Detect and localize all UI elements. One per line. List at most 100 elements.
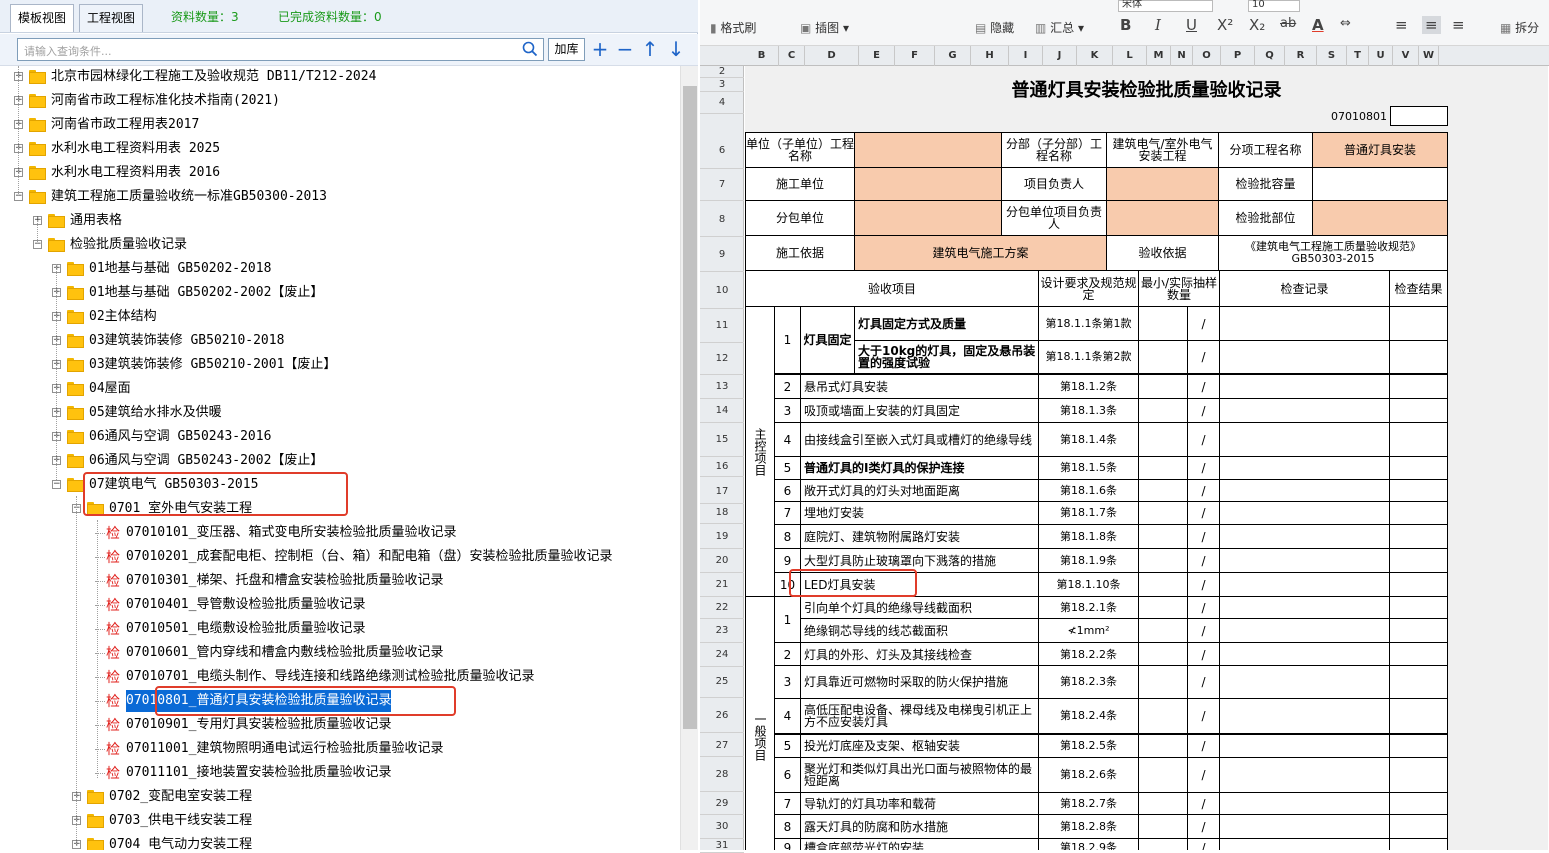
tree-form-item[interactable]: 检 07010401_导管敷设检验批质量验收记录 (0, 594, 680, 616)
check-record[interactable] (1219, 814, 1390, 839)
row-header[interactable]: 13 (700, 375, 744, 399)
sample-min[interactable] (1138, 524, 1188, 549)
check-result[interactable] (1389, 479, 1448, 503)
tree-folder-item[interactable]: +0704_电气动力安装工程 (0, 834, 680, 850)
insert-image-button[interactable]: ▣ 插图 ▾ (800, 19, 849, 36)
column-header[interactable]: J (1043, 46, 1077, 66)
row-header[interactable]: 25 (700, 666, 744, 698)
sample-min[interactable] (1138, 757, 1188, 793)
check-record[interactable] (1219, 456, 1390, 480)
subscript-button[interactable]: X₂ (1249, 16, 1265, 34)
check-record[interactable] (1219, 572, 1390, 597)
check-record[interactable] (1219, 734, 1390, 758)
column-header[interactable]: K (1077, 46, 1113, 66)
tree-folder-item[interactable]: +0703_供电干线安装工程 (0, 810, 680, 832)
sample-min[interactable] (1138, 792, 1188, 816)
check-result[interactable] (1389, 665, 1448, 699)
font-size-select[interactable]: 10 (1248, 0, 1300, 12)
tree-folder-item[interactable]: − 建筑工程施工质量验收统一标准GB50300-2013 (0, 186, 680, 208)
row-header[interactable]: 2 (700, 66, 744, 78)
row-header[interactable]: 27 (700, 735, 744, 757)
subcontractor-pm-value[interactable] (1106, 200, 1219, 236)
check-record[interactable] (1219, 698, 1390, 734)
check-record[interactable] (1219, 306, 1390, 341)
column-header[interactable]: S (1317, 46, 1347, 66)
align-right-icon[interactable]: ≡ (1452, 16, 1465, 34)
font-color-icon[interactable]: A (1312, 16, 1324, 34)
row-header[interactable]: 11 (700, 309, 744, 343)
row-header[interactable]: 15 (700, 423, 744, 457)
tree-folder-item[interactable]: + 河南省市政工程用表2017 (0, 114, 680, 136)
check-result[interactable] (1389, 596, 1448, 619)
check-record[interactable] (1219, 524, 1390, 549)
column-header[interactable]: O (1193, 46, 1221, 66)
unit-value[interactable] (854, 132, 1002, 168)
check-record[interactable] (1219, 618, 1390, 643)
sample-min[interactable] (1138, 814, 1188, 839)
column-header[interactable]: P (1221, 46, 1255, 66)
row-header[interactable]: 12 (700, 343, 744, 375)
sample-min[interactable] (1138, 642, 1188, 667)
bold-button[interactable]: B (1120, 16, 1131, 34)
sample-min[interactable] (1138, 596, 1188, 619)
tree-folder-item[interactable]: + 通用表格 (0, 210, 680, 232)
move-up-icon[interactable]: ↑ (640, 36, 660, 62)
check-record[interactable] (1219, 479, 1390, 503)
align-left-icon[interactable]: ≡ (1395, 16, 1408, 34)
row-header[interactable]: 14 (700, 399, 744, 423)
tree-folder-item[interactable]: +06通风与空调 GB50243-2016 (0, 426, 680, 448)
tree-folder-item[interactable]: +0702_变配电室安装工程 (0, 786, 680, 808)
tree-folder-item[interactable]: +03建筑装饰装修 GB50210-2018 (0, 330, 680, 352)
row-header[interactable]: 29 (700, 793, 744, 815)
check-record[interactable] (1219, 374, 1390, 399)
column-header[interactable]: V (1393, 46, 1419, 66)
check-result[interactable] (1389, 814, 1448, 839)
sample-min[interactable] (1138, 422, 1188, 457)
check-result[interactable] (1389, 757, 1448, 793)
tree-form-item[interactable]: 检 07010701_电缆头制作、导线连接和线路绝缘测试检验批质量验收记录 (0, 666, 680, 688)
row-header[interactable]: 19 (700, 525, 744, 549)
underline-button[interactable]: U (1186, 16, 1197, 34)
column-header[interactable]: W (1419, 46, 1439, 66)
sample-min[interactable] (1138, 665, 1188, 699)
sample-min[interactable] (1138, 618, 1188, 643)
tree-folder-item[interactable]: + 水利水电工程资料用表 2025 (0, 138, 680, 160)
column-header[interactable]: M (1147, 46, 1171, 66)
check-result[interactable] (1389, 792, 1448, 816)
row-header[interactable]: 20 (700, 549, 744, 573)
check-record[interactable] (1219, 501, 1390, 525)
check-result[interactable] (1389, 642, 1448, 667)
batch-location-value[interactable] (1312, 200, 1448, 236)
column-header[interactable]: T (1347, 46, 1369, 66)
move-down-icon[interactable]: ↓ (666, 36, 686, 62)
remove-icon[interactable]: − (615, 36, 635, 62)
row-header[interactable]: 6 (700, 133, 744, 169)
check-result[interactable] (1389, 340, 1448, 374)
check-record[interactable] (1219, 642, 1390, 667)
check-record[interactable] (1219, 757, 1390, 793)
tree-folder-item[interactable]: +04屋面 (0, 378, 680, 400)
row-header[interactable]: 21 (700, 573, 744, 597)
tree-form-item[interactable]: 检 07010101_变压器、箱式变电所安装检验批质量验收记录 (0, 522, 680, 544)
column-header[interactable]: G (935, 46, 971, 66)
check-result[interactable] (1389, 698, 1448, 734)
check-result[interactable] (1389, 306, 1448, 341)
check-record[interactable] (1219, 422, 1390, 457)
row-header[interactable]: 30 (700, 815, 744, 839)
collapse-icon[interactable]: − (52, 480, 61, 489)
sample-min[interactable] (1138, 456, 1188, 480)
row-header[interactable]: 18 (700, 502, 744, 524)
check-result[interactable] (1389, 838, 1448, 850)
row-header[interactable]: 23 (700, 619, 744, 643)
row-header[interactable]: 7 (700, 169, 744, 201)
column-header[interactable]: R (1285, 46, 1317, 66)
row-header[interactable]: 17 (700, 480, 744, 504)
tree-folder-item[interactable]: + 水利水电工程资料用表 2016 (0, 162, 680, 184)
sample-min[interactable] (1138, 501, 1188, 525)
column-header[interactable]: H (971, 46, 1009, 66)
row-header[interactable]: 22 (700, 597, 744, 619)
check-result[interactable] (1389, 548, 1448, 573)
column-header[interactable]: D (805, 46, 859, 66)
column-header[interactable]: F (895, 46, 935, 66)
search-input[interactable]: 请输入查询条件... (17, 38, 544, 61)
